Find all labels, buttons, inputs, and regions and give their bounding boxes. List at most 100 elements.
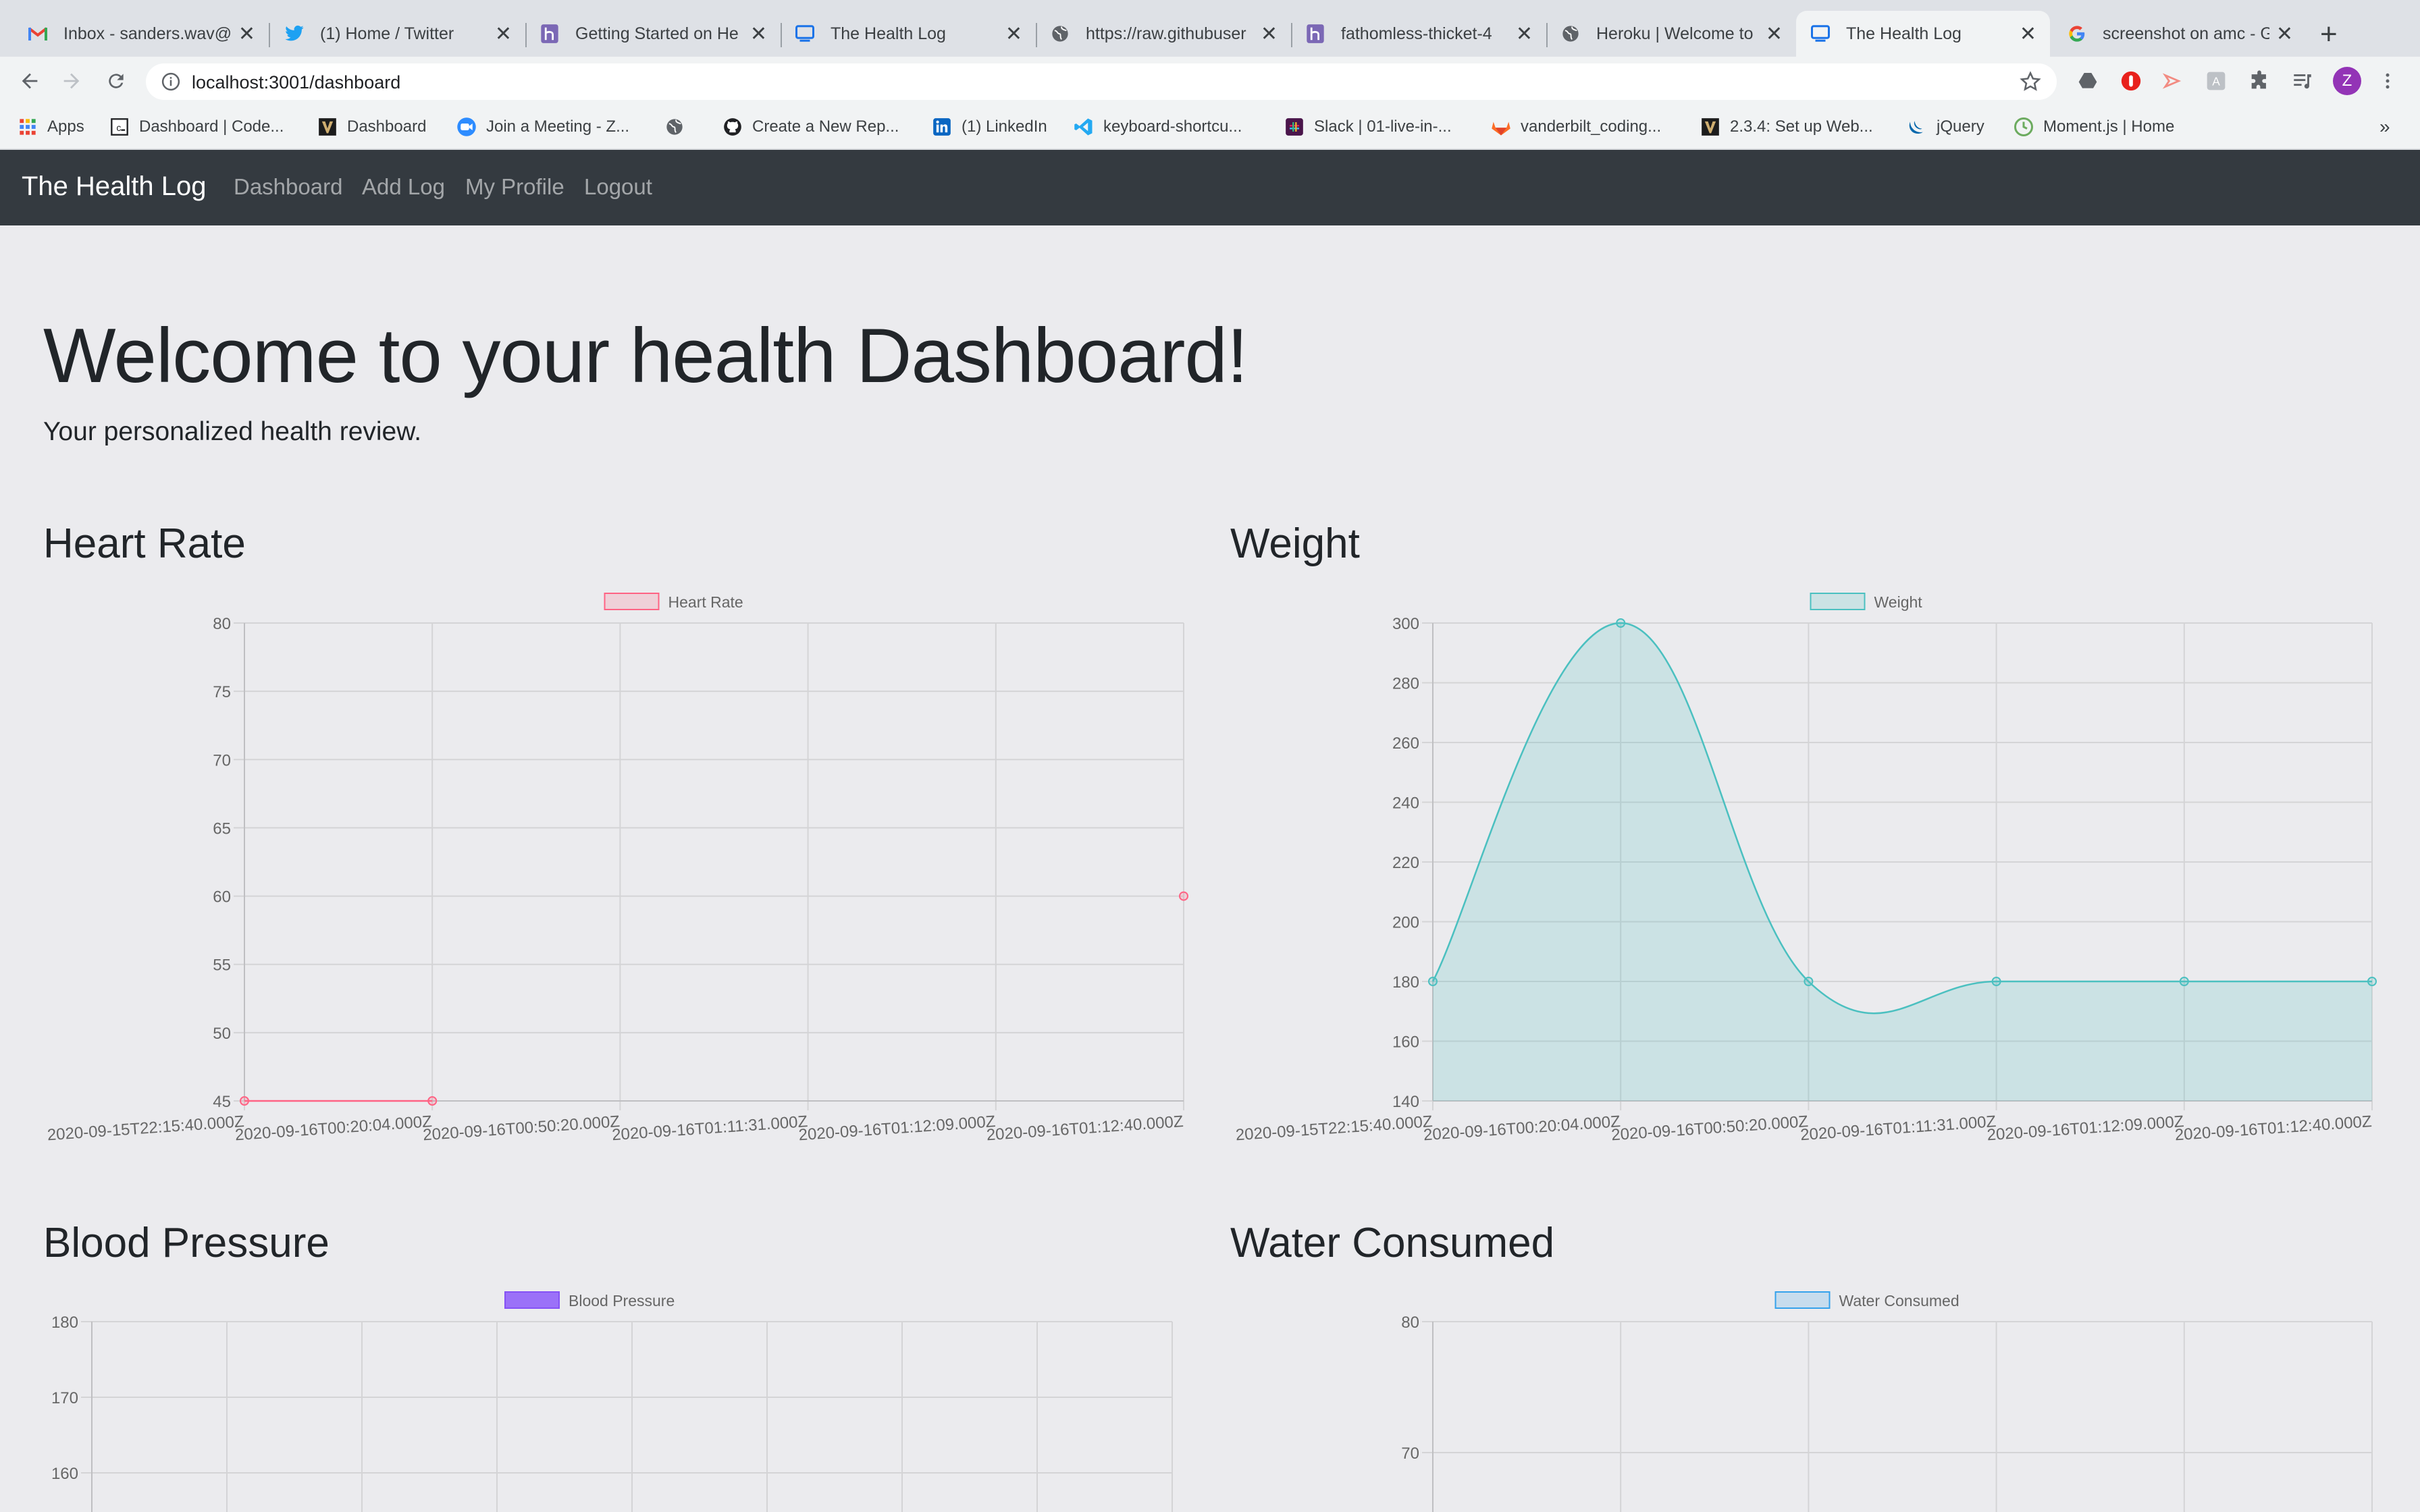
tab-close-icon[interactable]: ✕ xyxy=(750,22,767,46)
cast-extension-icon[interactable] xyxy=(2161,69,2185,93)
browser-tab[interactable]: https://raw.githubuser ✕ xyxy=(1036,11,1291,57)
nav-link-logout[interactable]: Logout xyxy=(584,174,652,200)
tab-close-icon[interactable]: ✕ xyxy=(238,22,255,46)
page-icon xyxy=(794,23,816,45)
adblock-extension-icon[interactable] xyxy=(2119,69,2143,93)
data-point xyxy=(1616,618,1626,628)
bookmark-item[interactable]: keyboard-shortcu... xyxy=(1074,115,1242,139)
grammar-extension-icon[interactable]: A xyxy=(2204,69,2228,93)
x-tick-label: 2020-09-16T00:20:04.000Z xyxy=(234,1112,432,1144)
page-icon xyxy=(1810,23,1831,45)
bookmarks-overflow-button[interactable]: » xyxy=(2379,115,2390,139)
bookmark-label: vanderbilt_coding... xyxy=(1521,117,1662,136)
y-tick-label: 70 xyxy=(213,751,231,770)
browser-tab[interactable]: (1) Home / Twitter ✕ xyxy=(270,11,525,57)
vscode-icon xyxy=(1074,117,1094,137)
y-tick-label: 55 xyxy=(213,956,231,975)
svg-text:c: c xyxy=(116,122,121,133)
browser-tab[interactable]: Getting Started on He ✕ xyxy=(525,11,781,57)
forward-button[interactable] xyxy=(55,65,88,97)
y-tick-label: 60 xyxy=(213,888,231,907)
bookmark-item[interactable]: Join a Meeting - Z... xyxy=(456,115,629,139)
tab-close-icon[interactable]: ✕ xyxy=(2020,22,2036,46)
blood-pressure-title: Blood Pressure xyxy=(43,1220,330,1266)
x-tick-label: 2020-09-16T01:12:40.000Z xyxy=(2174,1112,2372,1144)
tab-close-icon[interactable]: ✕ xyxy=(1261,22,1278,46)
reload-button[interactable] xyxy=(100,65,132,97)
jquery-icon xyxy=(1907,117,1927,137)
back-button[interactable] xyxy=(14,65,46,97)
bookmark-item[interactable]: Dashboard xyxy=(317,115,426,139)
page-title: Welcome to your health Dashboard! xyxy=(43,313,1248,399)
y-tick-label: 140 xyxy=(1392,1093,1419,1111)
bookmark-label: keyboard-shortcu... xyxy=(1103,117,1242,136)
x-tick-label: 2020-09-16T01:12:09.000Z xyxy=(798,1112,996,1144)
tab-close-icon[interactable]: ✕ xyxy=(1005,22,1022,46)
bookmark-item[interactable]: Apps xyxy=(18,115,84,139)
x-tick-label: 2020-09-16T00:50:20.000Z xyxy=(422,1112,620,1144)
browser-tab[interactable]: fathomless-thicket-4 ✕ xyxy=(1291,11,1546,57)
extensions-puzzle-icon[interactable] xyxy=(2247,69,2271,93)
bookmark-item[interactable] xyxy=(664,115,694,139)
drive-extension-icon[interactable] xyxy=(2076,69,2100,93)
y-tick-label: 45 xyxy=(213,1093,231,1111)
bookmark-item[interactable]: 2.3.4: Set up Web... xyxy=(1700,115,1873,139)
y-tick-label: 170 xyxy=(51,1389,78,1407)
nav-link-dashboard[interactable]: Dashboard xyxy=(234,174,342,200)
url-text: localhost:3001/dashboard xyxy=(192,72,401,92)
address-bar[interactable]: localhost:3001/dashboard xyxy=(146,63,2057,100)
zoom-icon xyxy=(456,117,477,137)
tab-close-icon[interactable]: ✕ xyxy=(495,22,512,46)
tab-title: https://raw.githubuser xyxy=(1086,24,1246,43)
bookmark-star-icon[interactable] xyxy=(2019,70,2042,93)
browser-tab[interactable]: Inbox - sanders.wav@ ✕ xyxy=(14,11,269,57)
y-tick-label: 280 xyxy=(1392,675,1419,693)
legend-swatch xyxy=(1810,593,1866,610)
vanderbilt-icon xyxy=(1700,117,1720,137)
bookmark-item[interactable]: (1) LinkedIn xyxy=(932,115,1047,139)
new-tab-button[interactable]: + xyxy=(2320,18,2338,51)
nav-link-my-profile[interactable]: My Profile xyxy=(465,174,564,200)
media-queue-icon[interactable] xyxy=(2290,69,2315,93)
bookmark-label: Dashboard xyxy=(347,117,427,136)
tab-close-icon[interactable]: ✕ xyxy=(1516,22,1533,46)
bookmark-item[interactable]: c Dashboard | Code... xyxy=(109,115,284,139)
brand-link[interactable]: The Health Log xyxy=(22,171,207,202)
bookmark-item[interactable]: Create a New Rep... xyxy=(722,115,899,139)
bookmark-label: 2.3.4: Set up Web... xyxy=(1730,117,1873,136)
profile-avatar[interactable]: Z xyxy=(2332,66,2362,96)
bookmark-label: Apps xyxy=(47,117,84,136)
blood-pressure-chart: Blood Pressure 180 170 160 xyxy=(51,1291,1173,1512)
browser-tab[interactable]: The Health Log ✕ xyxy=(781,11,1036,57)
tab-close-icon[interactable]: ✕ xyxy=(1766,22,1783,46)
bookmark-label: (1) LinkedIn xyxy=(962,117,1047,136)
browser-menu-icon[interactable] xyxy=(2375,69,2400,93)
data-point xyxy=(240,1096,249,1106)
y-tick-label: 220 xyxy=(1392,854,1419,872)
x-tick-label: 2020-09-15T22:15:40.000Z xyxy=(1235,1112,1433,1144)
data-point xyxy=(2367,977,2377,986)
page-lead: Your personalized health review. xyxy=(43,417,422,446)
globe-icon xyxy=(1560,23,1581,45)
browser-tab[interactable]: The Health Log ✕ xyxy=(1796,11,2050,57)
weight-title: Weight xyxy=(1230,520,1360,567)
heart-rate-chart: Heart Rate 80 75 70 65 60 55 50 452020-09-15T22:… xyxy=(47,593,1188,1144)
bookmark-item[interactable]: Moment.js | Home xyxy=(2014,115,2174,139)
legend-label: Blood Pressure xyxy=(569,1292,675,1310)
browser-tab[interactable]: Heroku | Welcome to ✕ xyxy=(1546,11,1796,57)
browser-tab[interactable]: screenshot on amc - G ✕ xyxy=(2053,11,2307,57)
bookmark-item[interactable]: Slack | 01-live-in-... xyxy=(1284,115,1452,139)
slack-icon xyxy=(1284,117,1305,137)
legend-swatch xyxy=(1774,1291,1831,1309)
heroku-icon xyxy=(1305,23,1326,45)
heart-rate-title: Heart Rate xyxy=(43,520,246,567)
nav-link-add-log[interactable]: Add Log xyxy=(362,174,445,200)
info-icon[interactable] xyxy=(161,72,181,92)
legend-label: Heart Rate xyxy=(668,593,743,611)
bookmarks-bar: Apps c Dashboard | Code... Dashboard Join a … xyxy=(0,105,2420,150)
bookmark-item[interactable]: jQuery xyxy=(1907,115,1984,139)
bookmark-item[interactable]: vanderbilt_coding... xyxy=(1491,115,1661,139)
x-tick-label: 2020-09-16T01:11:31.000Z xyxy=(1799,1112,1997,1144)
apps-grid-icon xyxy=(18,117,38,137)
tab-close-icon[interactable]: ✕ xyxy=(2276,22,2293,46)
